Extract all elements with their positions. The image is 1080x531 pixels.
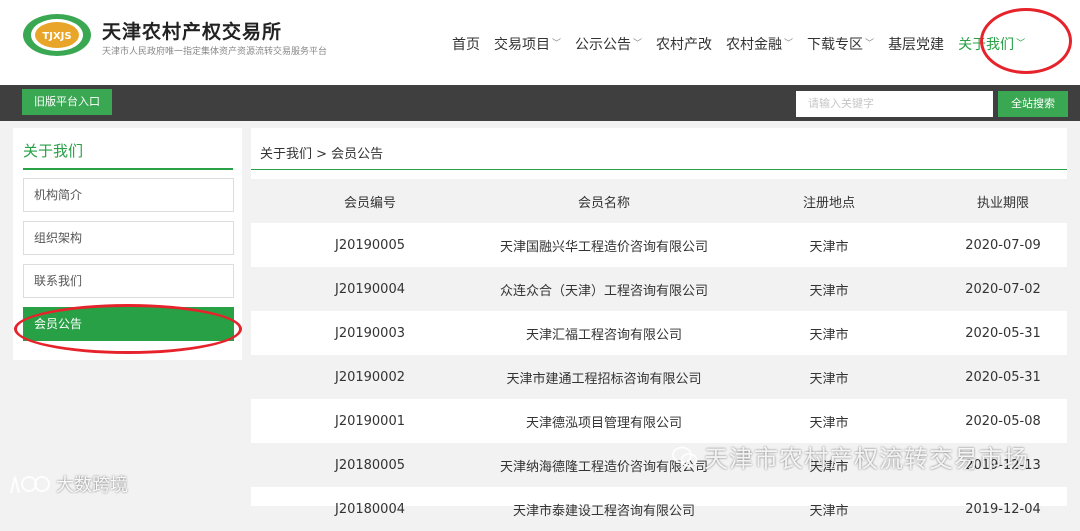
table-row[interactable]: J20190004 众连众合（天津）工程咨询有限公司 天津市 2020-07-0… [251, 267, 1067, 311]
nav-item-rural-reform[interactable]: 农村产改 [656, 33, 712, 55]
sidebar-item-contact[interactable]: 联系我们 [23, 264, 234, 298]
watermark-wechat: 天津市农村产权流转交易市场 [672, 439, 1029, 474]
cell-place: 天津市 [809, 327, 849, 343]
nav-item-home[interactable]: 首页 [452, 33, 480, 55]
site-header: TJXJS 天津农村产权交易所 天津市人民政府唯一指定集体资产资源流转交易服务平… [0, 0, 1080, 85]
old-platform-button[interactable]: 旧版平台入口 [22, 89, 112, 115]
search-input[interactable] [796, 91, 993, 117]
highlight-circle-sidebar [14, 304, 242, 354]
nav-item-label: 农村金融 [726, 37, 783, 53]
nav-item-label: 基层党建 [888, 37, 945, 53]
cell-member-id: J20180004 [334, 501, 405, 517]
cell-member-id: J20190004 [334, 281, 405, 297]
watermark-left-text: 大数跨境 [56, 475, 128, 496]
cell-place: 天津市 [809, 415, 849, 431]
table-header-row: 会员编号 会员名称 注册地点 执业期限 [251, 179, 1067, 223]
sidebar-item-about-org[interactable]: 机构简介 [23, 178, 234, 212]
cell-place: 天津市 [809, 503, 849, 519]
logo-emblem-text: TJXJS [42, 31, 71, 42]
nav-item-label: 下载专区 [807, 37, 864, 53]
cell-member-id: J20190001 [334, 413, 405, 429]
sidebar-item-structure[interactable]: 组织架构 [23, 221, 234, 255]
nav-item-label: 首页 [452, 37, 480, 53]
cell-term: 2020-07-09 [965, 237, 1041, 253]
cell-member-name[interactable]: 天津汇福工程咨询有限公司 [489, 324, 719, 343]
cell-member-name[interactable]: 天津德泓项目管理有限公司 [489, 412, 719, 431]
nav-item-party-building[interactable]: 基层党建 [888, 33, 944, 55]
cell-member-id: J20190002 [334, 369, 405, 385]
cell-term: 2020-05-31 [965, 325, 1041, 341]
chevron-down-icon: ﹀ [552, 38, 562, 49]
cell-member-name[interactable]: 天津市泰建设工程咨询有限公司 [489, 500, 719, 519]
column-header-id: 会员编号 [343, 195, 396, 211]
brand-watermark-icon [10, 476, 50, 494]
site-search-button[interactable]: 全站搜索 [998, 91, 1068, 117]
column-header-place: 注册地点 [802, 195, 855, 211]
table-row[interactable]: J20190005 天津国融兴华工程造价咨询有限公司 天津市 2020-07-0… [251, 223, 1067, 267]
cell-place: 天津市 [809, 283, 849, 299]
chevron-down-icon: ﹀ [784, 38, 794, 49]
nav-item-label: 农村产改 [656, 37, 713, 53]
sidebar-title: 关于我们 [23, 142, 84, 160]
breadcrumb-divider [251, 169, 1067, 170]
table-row[interactable]: J20180004 天津市泰建设工程咨询有限公司 天津市 2019-12-04 [251, 487, 1067, 531]
chevron-down-icon: ﹀ [633, 38, 643, 49]
nav-item-rural-finance[interactable]: 农村金融 ﹀ [726, 33, 793, 55]
watermark-right-text: 天津市农村产权流转交易市场 [704, 445, 1029, 473]
cell-member-name[interactable]: 天津国融兴华工程造价咨询有限公司 [489, 236, 719, 255]
cell-member-id: J20190005 [334, 237, 405, 253]
nav-item-label: 交易项目 [494, 37, 550, 53]
watermark-brand: 大数跨境 [8, 471, 128, 497]
table-row[interactable]: J20190002 天津市建通工程招标咨询有限公司 天津市 2020-05-31 [251, 355, 1067, 399]
table-row[interactable]: J20190001 天津德泓项目管理有限公司 天津市 2020-05-08 [251, 399, 1067, 443]
column-header-term: 执业期限 [976, 195, 1029, 211]
cell-place: 天津市 [809, 371, 849, 387]
site-logo-icon[interactable]: TJXJS [22, 13, 92, 57]
wechat-icon [672, 446, 698, 467]
cell-member-name[interactable]: 天津市建通工程招标咨询有限公司 [489, 368, 719, 387]
cell-member-name[interactable]: 众连众合（天津）工程咨询有限公司 [489, 280, 719, 299]
cell-member-id: J20180005 [334, 457, 405, 473]
sidebar-divider [23, 168, 233, 170]
table-row[interactable]: J20190003 天津汇福工程咨询有限公司 天津市 2020-05-31 [251, 311, 1067, 355]
main-nav: 首页 交易项目 ﹀ 公示公告 ﹀ 农村产改 农村金融 ﹀ 下载专区 ﹀ 基层党建 关于我… [452, 33, 1039, 55]
cell-term: 2020-05-31 [965, 369, 1041, 385]
cell-term: 2020-07-02 [965, 281, 1041, 297]
nav-item-notices[interactable]: 公示公告 ﹀ [575, 33, 642, 55]
chevron-down-icon: ﹀ [865, 38, 875, 49]
toolbar: 旧版平台入口 全站搜索 [0, 85, 1080, 121]
breadcrumb: 关于我们 > 会员公告 [260, 147, 384, 162]
nav-item-trade-projects[interactable]: 交易项目 ﹀ [494, 33, 561, 55]
cell-term: 2020-05-08 [965, 413, 1041, 429]
member-table: 会员编号 会员名称 注册地点 执业期限 J20190005 天津国融兴华工程造价… [251, 179, 1067, 531]
cell-member-id: J20190003 [334, 325, 405, 341]
highlight-circle-nav [980, 8, 1072, 74]
column-header-name: 会员名称 [577, 195, 630, 211]
nav-item-label: 公示公告 [575, 37, 632, 53]
site-title[interactable]: 天津农村产权交易所 [102, 17, 282, 44]
cell-place: 天津市 [809, 239, 849, 255]
nav-item-downloads[interactable]: 下载专区 ﹀ [807, 33, 874, 55]
site-subtitle: 天津市人民政府唯一指定集体资产资源流转交易服务平台 [102, 47, 328, 57]
cell-term: 2019-12-04 [965, 501, 1041, 517]
